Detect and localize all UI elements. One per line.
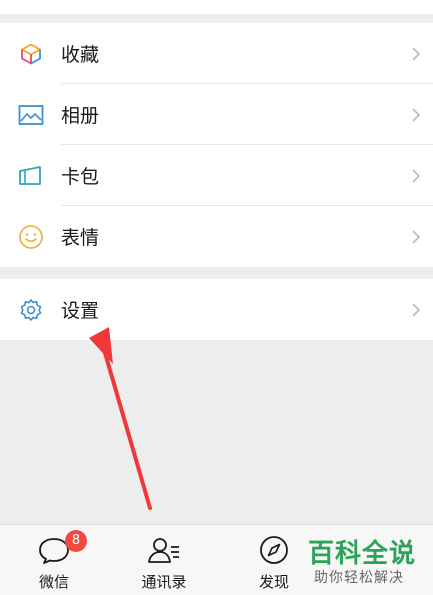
menu-item-favorites[interactable]: 收藏 <box>0 23 433 84</box>
picture-icon <box>17 101 45 129</box>
empty-background <box>0 340 433 524</box>
tab-discover[interactable]: 发现 <box>234 525 314 595</box>
gear-icon <box>17 296 45 324</box>
menu-label-favorites: 收藏 <box>61 44 100 66</box>
features-group: 收藏 相册 卡包 表情 <box>0 23 433 267</box>
tab-contacts[interactable]: 通讯录 <box>124 525 204 595</box>
menu-item-settings[interactable]: 设置 <box>0 279 433 340</box>
cube-icon <box>17 40 45 68</box>
settings-group: 设置 <box>0 279 433 340</box>
chevron-right-icon <box>412 107 421 122</box>
compass-icon <box>260 536 288 564</box>
menu-item-album[interactable]: 相册 <box>0 84 433 145</box>
tab-label-chats: 微信 <box>38 573 69 591</box>
tab-label-discover: 发现 <box>258 573 289 591</box>
bottom-tab-bar: 8 微信 通讯录 发现 我 百科全说 助你轻松解决 <box>0 524 433 595</box>
unread-badge: 8 <box>65 530 87 552</box>
menu-item-cards[interactable]: 卡包 <box>0 145 433 206</box>
tab-chats[interactable]: 8 微信 <box>14 525 94 595</box>
watermark-title: 百科全说 <box>308 539 417 569</box>
watermark-logo: 百科全说 助你轻松解决 <box>304 533 424 589</box>
menu-item-stickers[interactable]: 表情 <box>0 206 433 267</box>
watermark-subtitle: 助你轻松解决 <box>314 570 404 586</box>
smiley-icon <box>17 223 45 251</box>
card-wallet-icon <box>17 162 45 190</box>
menu-label-cards: 卡包 <box>61 166 100 188</box>
chevron-right-icon <box>412 229 421 244</box>
menu-label-stickers: 表情 <box>61 227 100 249</box>
menu-label-album: 相册 <box>61 105 100 127</box>
tab-label-contacts: 通讯录 <box>141 573 187 591</box>
chevron-right-icon <box>412 302 421 317</box>
previous-section-edge <box>0 0 433 14</box>
chevron-right-icon <box>412 46 421 61</box>
person-list-icon <box>148 538 179 563</box>
chevron-right-icon <box>412 168 421 183</box>
menu-label-settings: 设置 <box>61 300 100 322</box>
